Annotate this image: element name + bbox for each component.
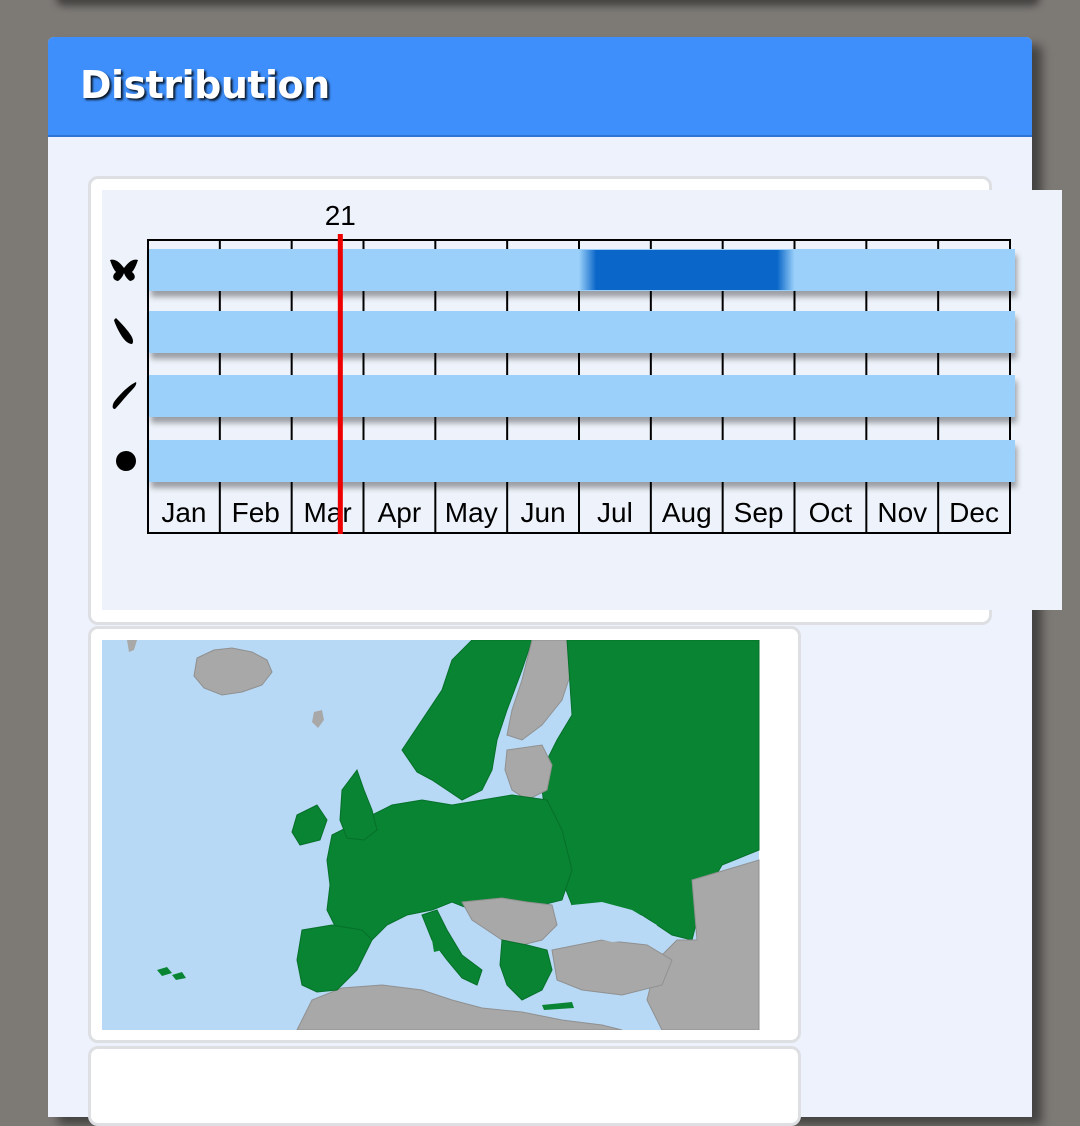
current-day-label: 21 bbox=[325, 200, 356, 231]
flight-period-highlight bbox=[579, 250, 795, 290]
month-label: Aug bbox=[662, 497, 712, 528]
month-label: May bbox=[445, 497, 498, 528]
phenology-band bbox=[149, 375, 1015, 417]
egg-icon bbox=[116, 451, 136, 471]
distribution-map bbox=[102, 640, 786, 1030]
panel-header: Distribution bbox=[48, 37, 1032, 137]
panel-title: Distribution bbox=[80, 63, 330, 107]
month-label: Jun bbox=[521, 497, 566, 528]
month-label: Dec bbox=[949, 497, 999, 528]
month-label: Oct bbox=[809, 497, 853, 528]
month-label: Mar bbox=[303, 497, 351, 528]
next-card bbox=[88, 1046, 801, 1126]
europe-map bbox=[102, 640, 786, 1030]
flight-period-chart: 21 Jan Feb Mar Apr May Jun Jul Aug Sep Oct Nov Dec bbox=[102, 190, 1062, 610]
phenology-band bbox=[149, 440, 1015, 482]
month-label: Sep bbox=[734, 497, 784, 528]
month-label: Jan bbox=[161, 497, 206, 528]
phenology-band bbox=[149, 311, 1015, 353]
month-label: Apr bbox=[378, 497, 422, 528]
month-label: Feb bbox=[232, 497, 280, 528]
month-label: Nov bbox=[877, 497, 927, 528]
month-label: Jul bbox=[597, 497, 633, 528]
